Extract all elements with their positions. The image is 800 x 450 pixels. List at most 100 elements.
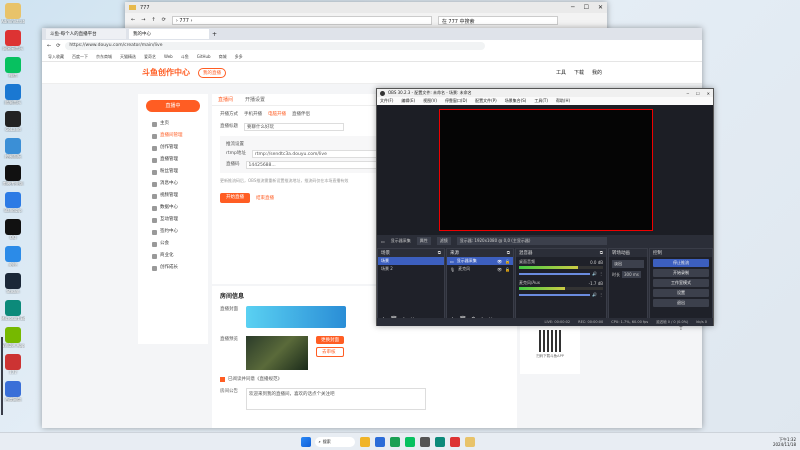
sidebar-item[interactable]: 直播间管理: [138, 130, 208, 142]
bookmark-item[interactable]: 天猫精选: [120, 54, 136, 60]
tab-settings[interactable]: 开播设置: [245, 96, 265, 103]
taskbar-app-icon[interactable]: [435, 436, 446, 447]
obs-preview-canvas[interactable]: [439, 109, 653, 231]
download-icon[interactable]: 下载: [574, 69, 584, 76]
new-tab-icon[interactable]: +: [212, 31, 217, 38]
back-icon[interactable]: ←: [47, 43, 51, 49]
sidebar-item[interactable]: 直播管理: [138, 154, 208, 166]
sidebar-item[interactable]: 数据中心: [138, 202, 208, 214]
gear-icon[interactable]: ⋮: [599, 271, 603, 276]
mode-pc[interactable]: 电脑开播: [268, 110, 286, 119]
live-now-button[interactable]: 直播中: [146, 100, 200, 112]
control-button[interactable]: 设置: [653, 289, 709, 297]
bookmark-item[interactable]: 爱奇艺: [144, 54, 156, 60]
sidebar-item[interactable]: 消息中心: [138, 178, 208, 190]
mode-phone[interactable]: 手机开播: [244, 110, 262, 119]
change-cover-button[interactable]: 更换封面: [316, 336, 344, 344]
title-input[interactable]: 要聊什么好玩: [244, 122, 344, 131]
maximize-icon[interactable]: ☐: [696, 91, 700, 96]
taskbar-app-icon[interactable]: [375, 436, 386, 447]
gear-icon[interactable]: ⋮: [599, 292, 603, 297]
taskbar-app-icon[interactable]: [390, 436, 401, 447]
sidebar-item[interactable]: 主页: [138, 118, 208, 130]
volume-slider[interactable]: [519, 293, 591, 296]
obs-menu-item[interactable]: 场景集合(S): [505, 98, 527, 104]
bookmark-item[interactable]: GitHub: [197, 54, 211, 59]
obs-menu-item[interactable]: 视图(V): [423, 98, 437, 104]
explorer-search[interactable]: 在 777 中搜索: [437, 15, 558, 25]
url-bar[interactable]: https://www.douyu.com/creator/main/live: [65, 42, 486, 50]
control-button[interactable]: 工作室模式: [653, 279, 709, 287]
mode-assistant[interactable]: 直播伴侣: [292, 110, 310, 119]
obs-menu-item[interactable]: 停靠窗口(D): [445, 98, 467, 104]
maximize-icon[interactable]: ☐: [584, 4, 589, 11]
refresh-icon[interactable]: ⟳: [162, 17, 166, 23]
obs-menu-item[interactable]: 帮助(H): [556, 98, 570, 104]
preview-thumbnail[interactable]: [246, 336, 308, 370]
my-live-badge[interactable]: 我的直播: [198, 67, 226, 78]
desktop-icon[interactable]: 百度网盘: [1, 381, 25, 412]
lock-icon[interactable]: 🔓: [505, 259, 510, 264]
bookmark-item[interactable]: 京东商城: [96, 54, 112, 60]
scene-item[interactable]: 场景: [378, 257, 444, 265]
back-icon[interactable]: ←: [131, 17, 135, 23]
taskbar-app-icon[interactable]: [420, 436, 431, 447]
tool-icon[interactable]: 工具: [556, 69, 566, 76]
speaker-icon[interactable]: 🔊: [592, 271, 597, 276]
bookmark-item[interactable]: 导入收藏: [48, 54, 64, 60]
volume-slider[interactable]: [519, 272, 591, 275]
bookmark-item[interactable]: Web: [164, 54, 173, 59]
douyu-logo[interactable]: 斗鱼创作中心: [142, 67, 190, 78]
address-bar[interactable]: › 777 ›: [171, 15, 432, 25]
source-item[interactable]: ▭ 显示器采集 👁 🔓: [447, 257, 513, 265]
sidebar-item[interactable]: 公会: [138, 238, 208, 250]
taskbar-search[interactable]: ⌕ 搜索: [315, 436, 356, 447]
forward-icon[interactable]: →: [141, 17, 145, 23]
sidebar-item[interactable]: 粉丝管理: [138, 166, 208, 178]
taskbar-app-icon[interactable]: [405, 436, 416, 447]
obs-menu-item[interactable]: 配置文件(P): [475, 98, 497, 104]
speaker-icon[interactable]: 🔊: [592, 292, 597, 297]
sidebar-item[interactable]: 创作成长: [138, 262, 208, 274]
scene-item[interactable]: 场景 2: [378, 265, 444, 273]
tab-room[interactable]: 直播间: [218, 96, 233, 103]
clock[interactable]: 下午1:32 2024/11/18: [773, 437, 796, 447]
bookmark-item[interactable]: 百度一下: [72, 54, 88, 60]
browser-tab-active[interactable]: 我的中心: [129, 29, 209, 39]
taskbar-app-icon[interactable]: [450, 436, 461, 447]
sidebar-item[interactable]: 视频管理: [138, 190, 208, 202]
minimize-icon[interactable]: ─: [687, 91, 689, 96]
eye-icon[interactable]: 👁: [497, 267, 502, 272]
obs-menu-item[interactable]: 工具(T): [534, 98, 548, 104]
review-button[interactable]: 去审核: [316, 347, 344, 357]
taskbar-app-icon[interactable]: [360, 436, 371, 447]
start-icon[interactable]: [301, 436, 312, 447]
filters-button[interactable]: 滤镜: [436, 237, 451, 245]
agree-checkbox[interactable]: [220, 376, 225, 382]
bookmark-item[interactable]: 商城: [219, 54, 227, 60]
bookmark-item[interactable]: 多多: [235, 54, 243, 60]
bookmark-item[interactable]: 斗鱼: [181, 54, 189, 60]
notice-input[interactable]: 欢迎来到我的直播间，喜欢的话点个关注吧: [246, 388, 426, 410]
duration-input[interactable]: 300 ms: [622, 271, 641, 278]
sidebar-item[interactable]: 创作管理: [138, 142, 208, 154]
control-button[interactable]: 开始录制: [653, 269, 709, 277]
obs-menu-item[interactable]: 编辑(E): [401, 98, 415, 104]
refresh-icon[interactable]: ⟳: [56, 43, 60, 49]
obs-menu-item[interactable]: 文件(F): [380, 98, 393, 104]
source-item[interactable]: 🎙 麦克风 👁 🔓: [447, 265, 513, 273]
lock-icon[interactable]: 🔓: [505, 267, 510, 272]
properties-button[interactable]: 属性: [416, 237, 431, 245]
sidebar-item[interactable]: 互动管理: [138, 214, 208, 226]
user-icon[interactable]: 我的: [592, 69, 602, 76]
eye-icon[interactable]: 👁: [497, 259, 502, 264]
control-button[interactable]: 停止推流: [653, 259, 709, 267]
browser-tab[interactable]: 斗鱼-每个人的直播平台: [46, 29, 126, 39]
close-icon[interactable]: ✕: [707, 91, 710, 96]
display-select[interactable]: 显示器: 1920x1080 @ 0,0 (主显示器): [456, 237, 607, 245]
sidebar-item[interactable]: 商业化: [138, 250, 208, 262]
minimize-icon[interactable]: ─: [571, 4, 575, 11]
stop-live-link[interactable]: 结束直播: [256, 194, 274, 203]
sidebar-item[interactable]: 签约中心: [138, 226, 208, 238]
up-icon[interactable]: ↑: [151, 17, 155, 23]
